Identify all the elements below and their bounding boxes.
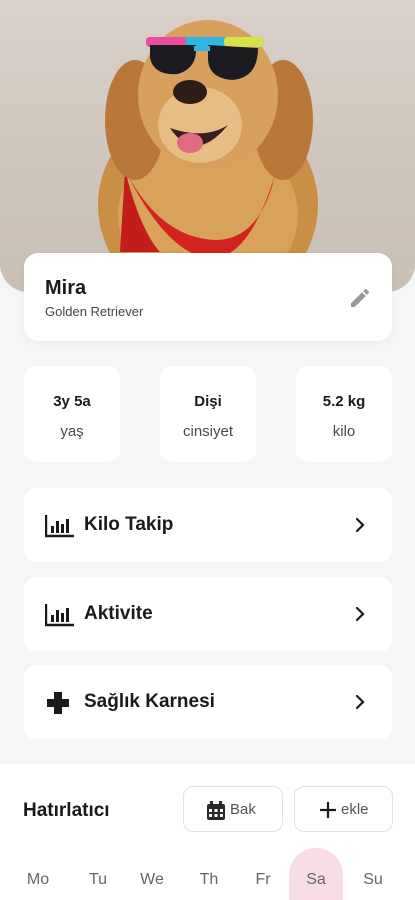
menu-item-health-record[interactable]: Sağlık Karnesi [24, 665, 392, 739]
stat-weight: 5.2 kg kilo [296, 366, 392, 462]
day-sa-selected[interactable]: Sa [289, 848, 343, 900]
add-reminder-button[interactable]: ekle [294, 786, 393, 832]
pet-name: Mira [45, 277, 87, 299]
day-fr[interactable]: Fr [236, 848, 290, 900]
stat-weight-value: 5.2 kg [322, 393, 366, 410]
view-reminders-button[interactable]: Bak [183, 786, 283, 832]
day-label: Fr [255, 871, 271, 888]
pet-photo [0, 0, 415, 292]
chevron-right-icon [355, 517, 365, 533]
add-reminder-label: ekle [341, 801, 369, 818]
view-reminders-label: Bak [230, 801, 256, 818]
stat-weight-label: kilo [332, 423, 356, 440]
day-th[interactable]: Th [182, 848, 236, 900]
bar-chart-icon [45, 515, 74, 538]
day-su[interactable]: Su [346, 848, 400, 900]
day-label: Tu [88, 871, 108, 888]
pet-info-card: Mira Golden Retriever [24, 253, 392, 341]
day-label: Mo [26, 871, 50, 888]
stat-gender: Dişi cinsiyet [160, 366, 256, 462]
bar-chart-icon [45, 604, 74, 627]
day-we[interactable]: We [125, 848, 179, 900]
reminder-title: Hatırlatıcı [23, 800, 110, 821]
stat-gender-label: cinsiyet [182, 423, 234, 440]
medical-cross-icon [47, 692, 69, 714]
menu-item-weight-tracking[interactable]: Kilo Takip [24, 488, 392, 562]
stat-age-label: yaş [60, 423, 84, 440]
pet-breed: Golden Retriever [45, 304, 144, 319]
calendar-icon [207, 801, 225, 820]
pencil-icon[interactable] [348, 286, 372, 310]
day-label: Su [363, 871, 383, 888]
stat-age-value: 3y 5a [53, 393, 91, 410]
reminder-section: Hatırlatıcı Bak ekle Mo Tu We Th Fr Sa S… [0, 764, 415, 900]
chevron-right-icon [355, 606, 365, 622]
plus-icon [320, 802, 336, 818]
day-mo[interactable]: Mo [11, 848, 65, 900]
dog-illustration [98, 20, 318, 292]
menu-item-label: Aktivite [84, 603, 153, 624]
menu-item-label: Kilo Takip [84, 514, 174, 535]
day-label: We [140, 871, 164, 888]
day-label: Th [199, 871, 219, 888]
chevron-right-icon [355, 694, 365, 710]
day-label: Sa [306, 871, 326, 888]
stat-age: 3y 5a yaş [24, 366, 120, 462]
menu-item-activity[interactable]: Aktivite [24, 577, 392, 651]
menu-item-label: Sağlık Karnesi [84, 691, 215, 712]
day-tu[interactable]: Tu [71, 848, 125, 900]
stat-gender-value: Dişi [194, 393, 222, 410]
